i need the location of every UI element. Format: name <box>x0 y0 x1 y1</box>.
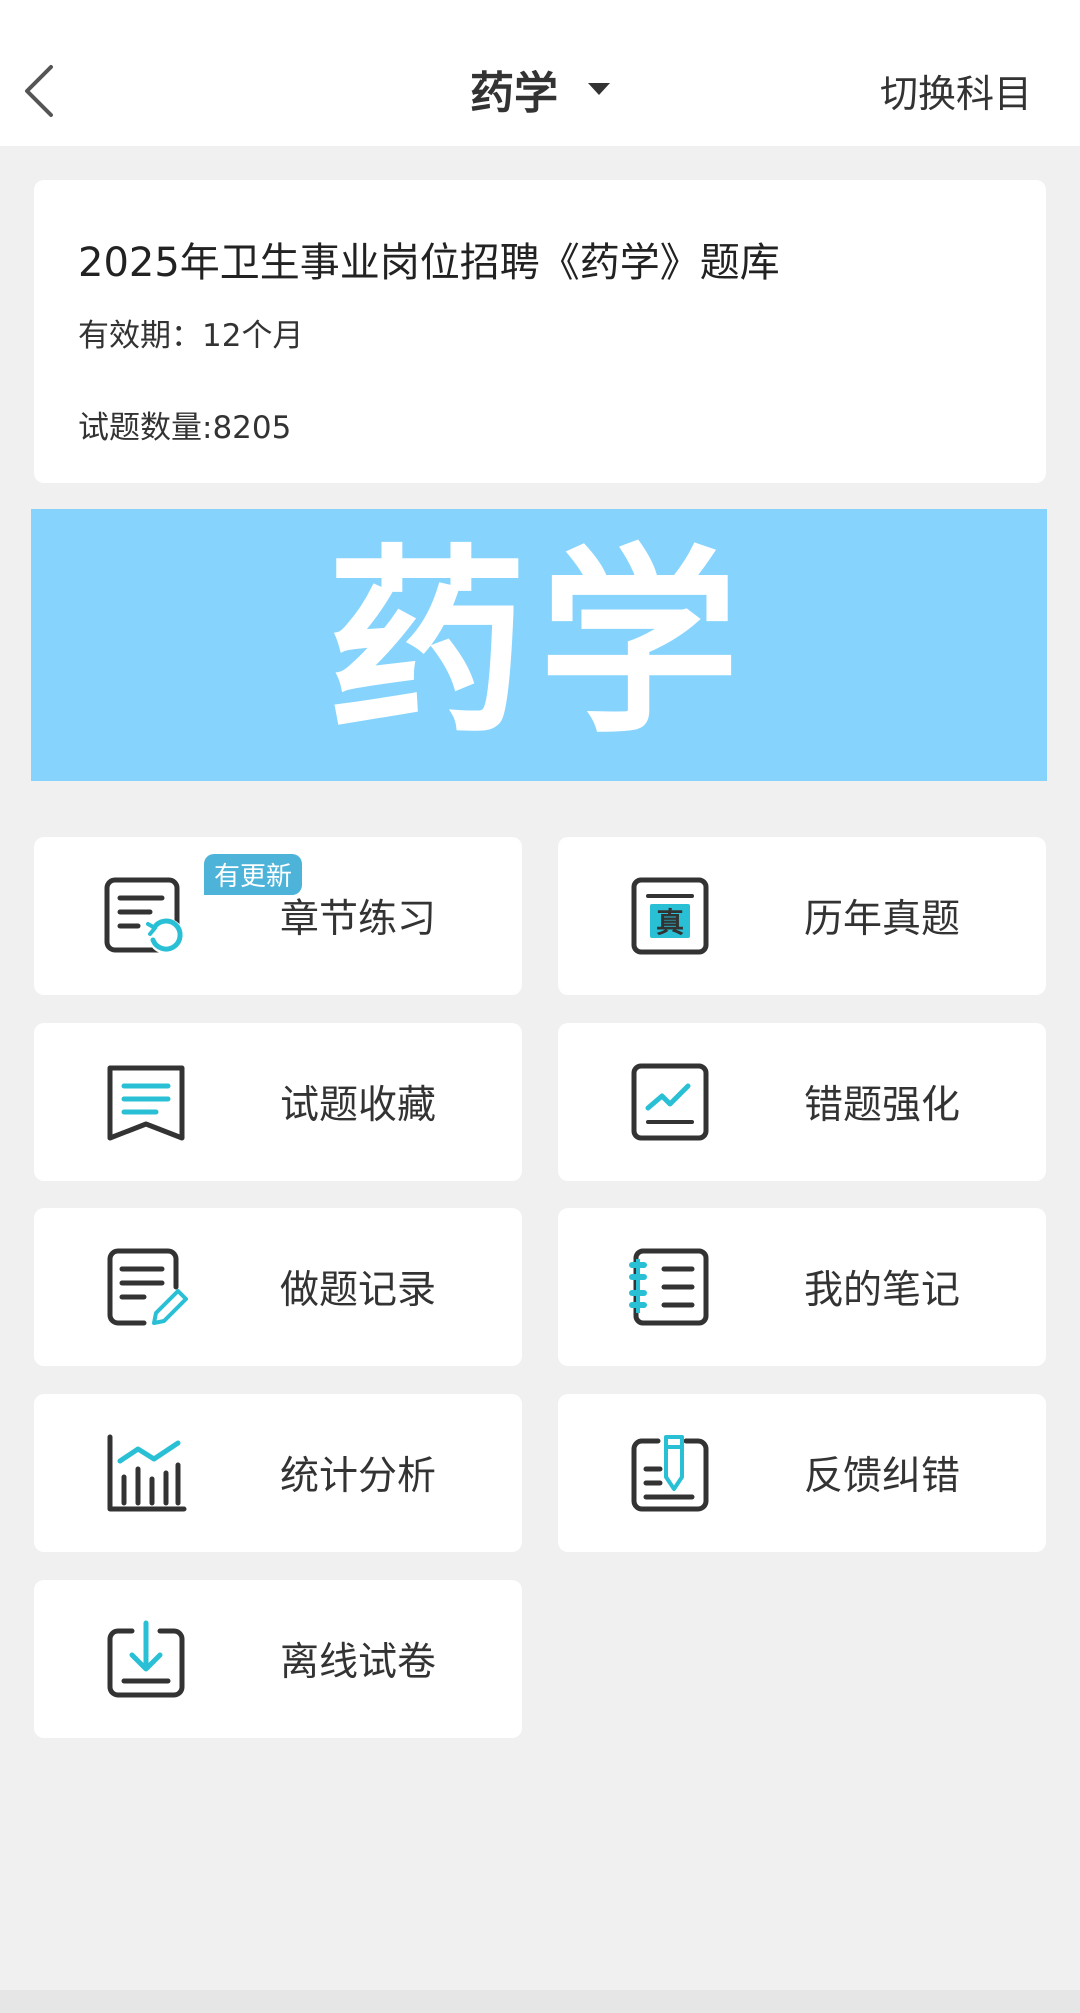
trend-chart-icon <box>631 1063 709 1141</box>
subject-banner: 药学 <box>31 509 1047 781</box>
menu-my-notes[interactable]: 我的笔记 <box>558 1208 1046 1366</box>
real-exam-icon: 真 <box>631 877 709 955</box>
menu-label: 我的笔记 <box>804 1268 961 1313</box>
bottom-safe-area <box>0 1990 1080 2013</box>
menu-past-exams[interactable]: 真 历年真题 <box>558 837 1046 995</box>
caret-down-icon <box>588 83 610 95</box>
menu-feedback[interactable]: 反馈纠错 <box>558 1394 1046 1552</box>
switch-subject-button[interactable]: 切换科目 <box>880 60 1032 120</box>
menu-label: 离线试卷 <box>280 1640 437 1685</box>
menu-label: 反馈纠错 <box>804 1454 961 1499</box>
menu-chapter-practice[interactable]: 有更新 章节练习 <box>34 837 522 995</box>
menu-label: 错题强化 <box>804 1083 961 1128</box>
menu-favorites[interactable]: 试题收藏 <box>34 1023 522 1181</box>
menu-label: 历年真题 <box>804 897 961 942</box>
validity-text: 有效期：12个月 <box>78 318 304 354</box>
menu-label: 试题收藏 <box>280 1083 437 1128</box>
menu-label: 统计分析 <box>280 1454 437 1499</box>
menu-statistics[interactable]: 统计分析 <box>34 1394 522 1552</box>
download-icon <box>107 1620 185 1698</box>
menu-practice-records[interactable]: 做题记录 <box>34 1208 522 1366</box>
menu-label: 做题记录 <box>280 1268 437 1313</box>
back-button[interactable] <box>14 58 62 124</box>
svg-text:真: 真 <box>656 906 684 939</box>
chapter-refresh-icon <box>104 877 184 954</box>
chevron-left-icon <box>25 65 53 117</box>
feedback-pen-icon <box>631 1435 709 1512</box>
top-nav-bar: 药学 切换科目 <box>0 0 1080 146</box>
bookmark-icon <box>107 1065 185 1141</box>
banner-text: 药学 <box>326 528 751 761</box>
menu-wrong-questions[interactable]: 错题强化 <box>558 1023 1046 1181</box>
question-count-text: 试题数量:8205 <box>78 410 292 446</box>
page-title: 药学 <box>470 68 558 119</box>
edit-document-icon <box>107 1248 188 1326</box>
menu-label: 章节练习 <box>280 897 437 942</box>
menu-offline-papers[interactable]: 离线试卷 <box>34 1580 522 1738</box>
bar-chart-icon <box>107 1434 187 1512</box>
question-bank-title: 2025年卫生事业岗位招聘《药学》题库 <box>78 240 780 286</box>
notebook-icon <box>629 1248 709 1326</box>
subject-title-dropdown[interactable]: 药学 <box>430 52 650 126</box>
question-bank-info-card: 2025年卫生事业岗位招聘《药学》题库 有效期：12个月 试题数量:8205 <box>34 180 1046 483</box>
